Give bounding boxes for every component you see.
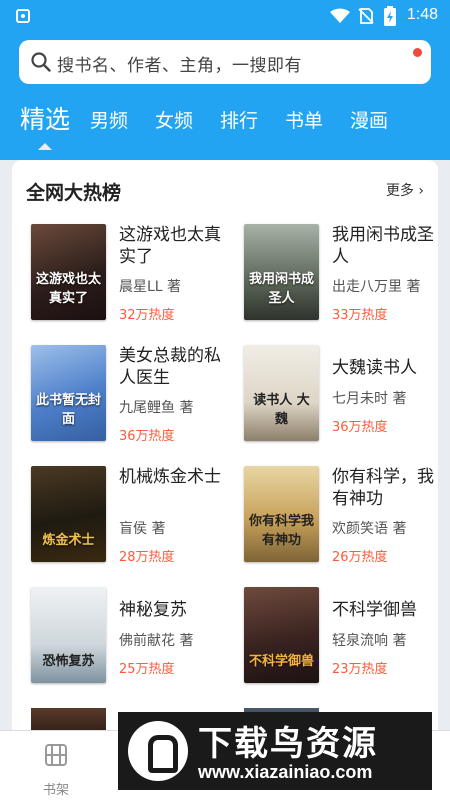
active-tab-indicator — [38, 143, 52, 150]
book-title[interactable]: 机械炼金术士 — [119, 466, 223, 488]
book-heat: 33万热度 — [332, 308, 388, 323]
tab-male[interactable]: 男频 — [90, 106, 128, 133]
cover-text: 这游戏也太真实了 — [35, 272, 101, 306]
more-label: 更多 — [385, 183, 414, 199]
book-item[interactable]: 炼金术士 机械炼金术士 盲侯 著 28万热度 — [31, 466, 231, 566]
book-title[interactable]: 神秘复苏 — [119, 599, 223, 621]
no-sim-icon — [358, 8, 374, 24]
book-cover[interactable] — [31, 708, 106, 730]
book-cover[interactable]: 我用闲书成圣人 — [244, 224, 319, 320]
cover-text: 我用闲书成圣人 — [248, 272, 314, 306]
book-author: 盲侯 著 — [119, 521, 166, 537]
book-title[interactable]: 大魏读书人 — [332, 357, 436, 379]
watermark-banner: 下载鸟资源 www.xiazainiao.com — [118, 712, 432, 790]
book-cover[interactable]: 不科学御兽 — [244, 587, 319, 683]
book-heat: 25万热度 — [119, 662, 175, 677]
book-heat: 32万热度 — [119, 308, 175, 323]
app-notification-icon — [16, 9, 30, 23]
book-item[interactable]: 这游戏也太真实了 这游戏也太真实了 晨星LL 著 32万热度 — [31, 224, 231, 324]
book-heat: 23万热度 — [332, 662, 388, 677]
hot-ranking-card: 全网大热榜 更多 › 这游戏也太真实了 这游戏也太真实了 晨星LL 著 32万热… — [12, 160, 438, 730]
book-author: 佛前献花 著 — [119, 633, 194, 649]
tab-female[interactable]: 女频 — [155, 106, 193, 133]
notification-dot — [413, 48, 422, 57]
book-heat: 36万热度 — [119, 429, 175, 444]
cover-text: 此书暂无封面 — [35, 393, 101, 427]
book-title[interactable]: 这游戏也太真实了 — [119, 224, 223, 268]
cover-text: 炼金术士 — [42, 533, 95, 548]
book-title[interactable]: 美女总裁的私人医生 — [119, 345, 223, 389]
search-icon — [31, 52, 51, 72]
book-cover[interactable]: 你有科学我有神功 — [244, 466, 319, 562]
watermark-title: 下载鸟资源 — [198, 724, 378, 764]
book-item[interactable]: 恐怖复苏 神秘复苏 佛前献花 著 25万热度 — [31, 587, 231, 687]
book-author: 九尾鲤鱼 著 — [119, 400, 194, 416]
bookshelf-icon — [45, 744, 67, 766]
tab-comics[interactable]: 漫画 — [350, 106, 388, 133]
wifi-icon — [330, 8, 350, 23]
status-bar: 1:48 — [0, 0, 450, 32]
tab-booklist[interactable]: 书单 — [285, 106, 323, 133]
cover-text: 恐怖复苏 — [42, 654, 95, 669]
nav-bookshelf-label: 书架 — [42, 783, 69, 798]
book-author: 出走八万里 著 — [332, 279, 421, 295]
cover-text: 你有科学我有神功 — [248, 514, 314, 548]
book-title[interactable]: 你有科学，我有神功 — [332, 466, 436, 510]
book-item[interactable]: 此书暂无封面 美女总裁的私人医生 九尾鲤鱼 著 36万热度 — [31, 345, 231, 445]
tab-ranking[interactable]: 排行 — [220, 106, 258, 133]
cover-text: 不科学御兽 — [248, 654, 314, 669]
clock: 1:48 — [406, 6, 438, 23]
book-heat: 28万热度 — [119, 550, 175, 565]
tab-featured[interactable]: 精选 — [20, 100, 70, 136]
book-item[interactable]: 你有科学我有神功 你有科学，我有神功 欢颜笑语 著 26万热度 — [244, 466, 438, 566]
book-heat: 36万热度 — [332, 420, 388, 435]
book-author: 晨星LL 著 — [119, 279, 182, 295]
book-cover[interactable]: 恐怖复苏 — [31, 587, 106, 683]
battery-charging-icon — [384, 6, 396, 26]
book-title[interactable]: 我用闲书成圣人 — [332, 224, 436, 268]
book-heat: 26万热度 — [332, 550, 388, 565]
book-cover[interactable]: 读书人 大魏 — [244, 345, 319, 441]
book-item[interactable]: 不科学御兽 不科学御兽 轻泉流响 著 23万热度 — [244, 587, 438, 687]
category-tabs: 精选 男频 女频 排行 书单 漫画 — [0, 98, 450, 148]
book-title[interactable]: 不科学御兽 — [332, 599, 436, 621]
section-title: 全网大热榜 — [26, 182, 122, 204]
chevron-right-icon: › — [418, 183, 424, 199]
book-cover[interactable]: 这游戏也太真实了 — [31, 224, 106, 320]
watermark-logo — [128, 721, 188, 781]
nav-bookshelf[interactable]: 书架 — [36, 739, 76, 798]
book-cover[interactable]: 此书暂无封面 — [31, 345, 106, 441]
more-link[interactable]: 更多 › — [386, 180, 424, 200]
search-bar[interactable]: 搜书名、作者、主角，一搜即有 — [19, 40, 431, 84]
book-author: 七月未时 著 — [332, 391, 407, 407]
book-item[interactable]: 我用闲书成圣人 我用闲书成圣人 出走八万里 著 33万热度 — [244, 224, 438, 324]
book-author: 轻泉流响 著 — [332, 633, 407, 649]
cover-text: 读书人 大魏 — [253, 393, 310, 427]
book-cover[interactable]: 炼金术士 — [31, 466, 106, 562]
book-author: 欢颜笑语 著 — [332, 521, 407, 537]
search-placeholder: 搜书名、作者、主角，一搜即有 — [57, 56, 302, 76]
watermark-url: www.xiazainiao.com — [198, 762, 373, 782]
book-item[interactable]: 读书人 大魏 大魏读书人 七月未时 著 36万热度 — [244, 345, 438, 445]
